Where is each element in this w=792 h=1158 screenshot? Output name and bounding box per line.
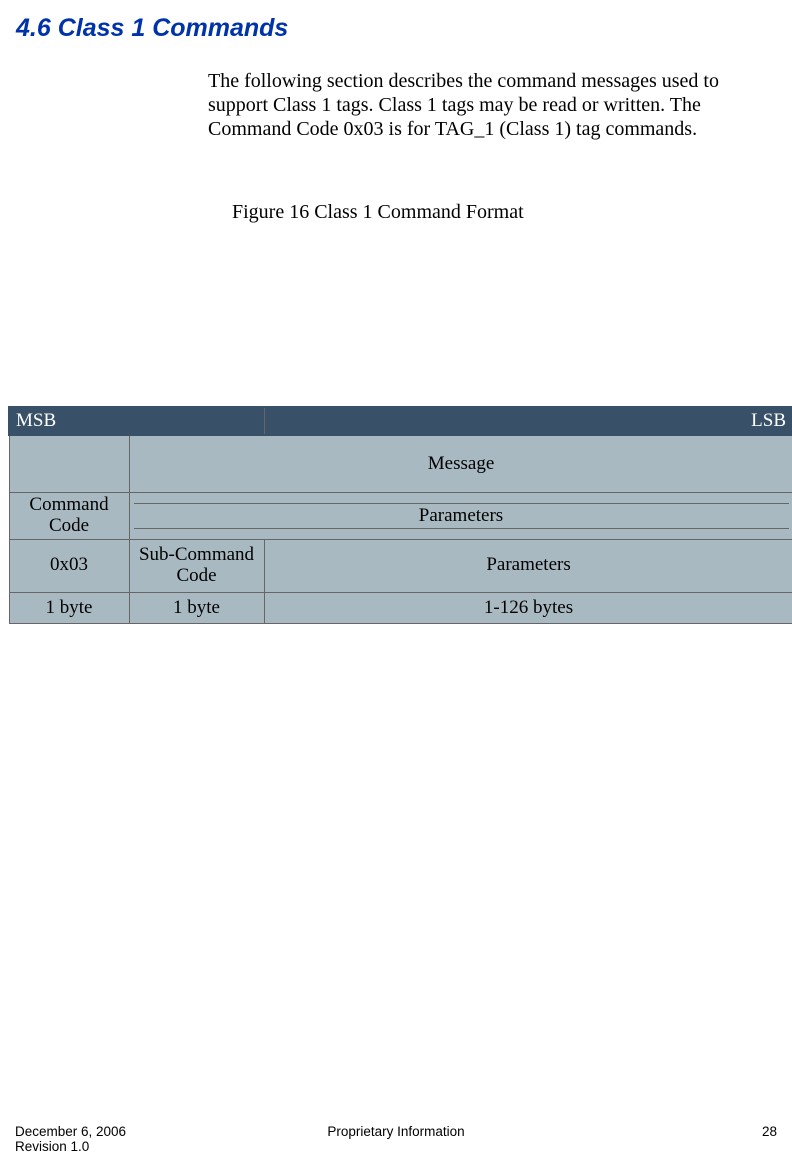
cell-sub-command-code: Sub-Command Code	[129, 539, 264, 592]
command-code-cell: Command Code	[9, 493, 129, 540]
intro-paragraph: The following section describes the comm…	[208, 69, 750, 141]
cell-1-byte-b: 1 byte	[129, 592, 264, 623]
row-values: 0x03 Sub-Command Code Parameters	[9, 539, 792, 592]
row-command-params: Command Code Parameters	[9, 493, 792, 540]
msb-label: MSB	[9, 407, 264, 435]
cell-1-126-bytes: 1-126 bytes	[264, 592, 792, 623]
cell-1-byte-a: 1 byte	[9, 592, 129, 623]
row-message: Message	[9, 435, 792, 493]
parameters-inner: Parameters	[134, 503, 789, 529]
section-heading: 4.6 Class 1 Commands	[16, 14, 784, 43]
figure-caption: Figure 16 Class 1 Command Format	[232, 201, 784, 224]
cell-0x03: 0x03	[9, 539, 129, 592]
blank-cell	[9, 435, 129, 493]
footer-revision: Revision 1.0	[15, 1139, 126, 1154]
parameters-cell: Parameters	[129, 493, 792, 540]
row-sizes: 1 byte 1 byte 1-126 bytes	[9, 592, 792, 623]
footer-page-number: 28	[762, 1124, 777, 1139]
command-format-table: MSB LSB Message Command Code Parameters …	[8, 406, 792, 624]
table-header-bar: MSB LSB	[9, 407, 792, 435]
lsb-label: LSB	[264, 407, 792, 435]
message-cell: Message	[129, 435, 792, 493]
footer-center: Proprietary Information	[15, 1124, 777, 1139]
cell-parameters: Parameters	[264, 539, 792, 592]
